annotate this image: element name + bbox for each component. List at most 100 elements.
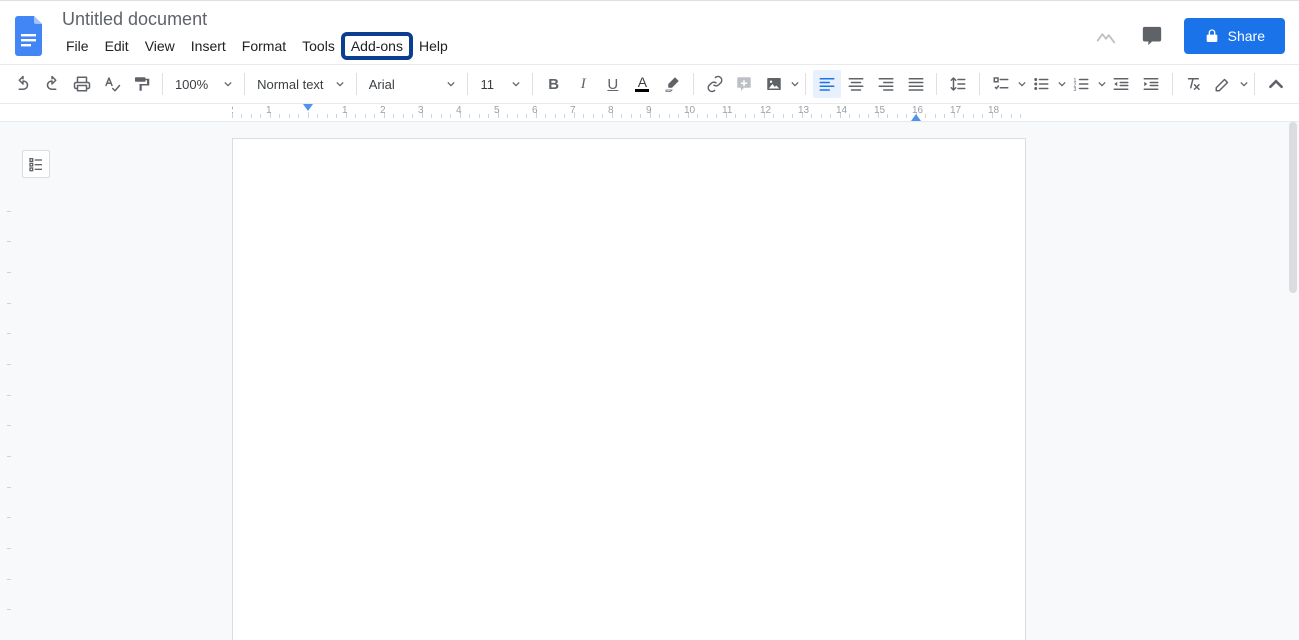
numbered-list-button[interactable]: 123 [1066, 70, 1106, 98]
separator [356, 73, 357, 95]
ruler-segment: 5 [498, 104, 536, 121]
separator [693, 73, 694, 95]
menu-tools[interactable]: Tools [294, 34, 343, 58]
separator [805, 73, 806, 95]
ruler-segment: 16 [916, 104, 954, 121]
svg-text:3: 3 [1074, 87, 1077, 93]
share-button-label: Share [1228, 28, 1265, 44]
vruler-segment [0, 303, 16, 334]
document-outline-button[interactable] [22, 150, 50, 178]
menu-edit[interactable]: Edit [97, 34, 137, 58]
underline-button[interactable]: U [599, 70, 627, 98]
lock-icon [1204, 28, 1220, 44]
vruler-segment [0, 211, 16, 242]
zoom-select[interactable]: 100% [169, 70, 238, 98]
italic-button[interactable]: I [569, 70, 597, 98]
vruler-segment [0, 548, 16, 579]
indent-marker-right[interactable] [911, 114, 921, 121]
separator [1254, 73, 1255, 95]
editing-mode-button[interactable] [1208, 70, 1248, 98]
chevron-down-icon [447, 80, 455, 88]
vruler-segment [0, 333, 16, 364]
vruler-segment [0, 517, 16, 548]
document-page[interactable] [232, 138, 1026, 640]
chevron-down-icon [1098, 80, 1106, 88]
menu-format[interactable]: Format [234, 34, 294, 58]
ruler-segment: 18 [992, 104, 1030, 121]
insert-image-button[interactable] [759, 70, 799, 98]
font-family-value: Arial [369, 77, 395, 92]
separator [1172, 73, 1173, 95]
work-area [0, 122, 1299, 640]
vruler-segment [0, 395, 16, 426]
separator [979, 73, 980, 95]
indent-marker-first-line[interactable] [303, 104, 313, 111]
font-family-select[interactable]: Arial [363, 70, 462, 98]
comments-icon[interactable] [1138, 22, 1166, 50]
ruler-segment: 12 [764, 104, 802, 121]
zoom-value: 100% [175, 77, 208, 92]
menu-help[interactable]: Help [411, 34, 456, 58]
ruler-segment: 17 [954, 104, 992, 121]
chevron-down-icon [791, 80, 799, 88]
separator [162, 73, 163, 95]
line-spacing-button[interactable] [943, 70, 973, 98]
vruler-segment [0, 425, 16, 456]
highlight-color-button[interactable] [658, 70, 686, 98]
separator [467, 73, 468, 95]
menubar: File Edit View Insert Format Tools Add-o… [56, 32, 456, 64]
bold-button[interactable]: B [540, 70, 568, 98]
align-left-button[interactable] [813, 70, 841, 98]
paint-format-button[interactable] [127, 70, 155, 98]
ruler-segment: 4 [460, 104, 498, 121]
chevron-down-icon [1240, 80, 1248, 88]
checklist-button[interactable] [986, 70, 1026, 98]
increase-indent-button[interactable] [1137, 70, 1165, 98]
decrease-indent-button[interactable] [1107, 70, 1135, 98]
undo-button[interactable] [9, 70, 37, 98]
menu-file[interactable]: File [58, 34, 97, 58]
scrollbar-thumb[interactable] [1289, 122, 1297, 293]
activity-icon[interactable] [1092, 22, 1120, 50]
insert-link-button[interactable] [701, 70, 729, 98]
document-title[interactable]: Untitled document [56, 7, 456, 32]
ruler-segment: 9 [650, 104, 688, 121]
ruler-segment: 6 [536, 104, 574, 121]
paragraph-style-select[interactable]: Normal text [251, 70, 350, 98]
vruler-segment [0, 456, 16, 487]
menu-view[interactable]: View [137, 34, 183, 58]
chevron-down-icon [512, 80, 520, 88]
vruler-segment [0, 241, 16, 272]
ruler-segment [308, 104, 346, 121]
font-size-select[interactable]: 11 [474, 70, 525, 98]
paragraph-style-value: Normal text [257, 77, 323, 92]
ruler-segment: 8 [612, 104, 650, 121]
ruler-segment: 10 [688, 104, 726, 121]
horizontal-ruler[interactable]: 21123456789101112131415161718 [0, 104, 1299, 122]
separator [532, 73, 533, 95]
menu-insert[interactable]: Insert [183, 34, 234, 58]
bulleted-list-button[interactable] [1026, 70, 1066, 98]
text-color-button[interactable]: A [629, 70, 657, 98]
spellcheck-button[interactable] [98, 70, 126, 98]
docs-logo-icon[interactable] [10, 12, 50, 60]
align-justify-button[interactable] [902, 70, 930, 98]
title-bar: Untitled document File Edit View Insert … [0, 0, 1299, 64]
align-right-button[interactable] [872, 70, 900, 98]
ruler-segment: 11 [726, 104, 764, 121]
vruler-segment [0, 272, 16, 303]
app-root: Untitled document File Edit View Insert … [0, 0, 1299, 640]
redo-button[interactable] [39, 70, 67, 98]
print-button[interactable] [68, 70, 96, 98]
align-center-button[interactable] [843, 70, 871, 98]
toolbar: 100% Normal text Arial 11 B I U A [0, 64, 1299, 104]
chevron-down-icon [1018, 80, 1026, 88]
insert-comment-button[interactable] [730, 70, 758, 98]
vruler-segment [0, 609, 16, 640]
menu-add-ons[interactable]: Add-ons [343, 34, 411, 58]
share-button[interactable]: Share [1184, 18, 1285, 54]
ruler-segment: 14 [840, 104, 878, 121]
collapse-toolbar-button[interactable] [1262, 70, 1290, 98]
vertical-ruler[interactable] [0, 122, 16, 640]
clear-formatting-button[interactable] [1179, 70, 1207, 98]
